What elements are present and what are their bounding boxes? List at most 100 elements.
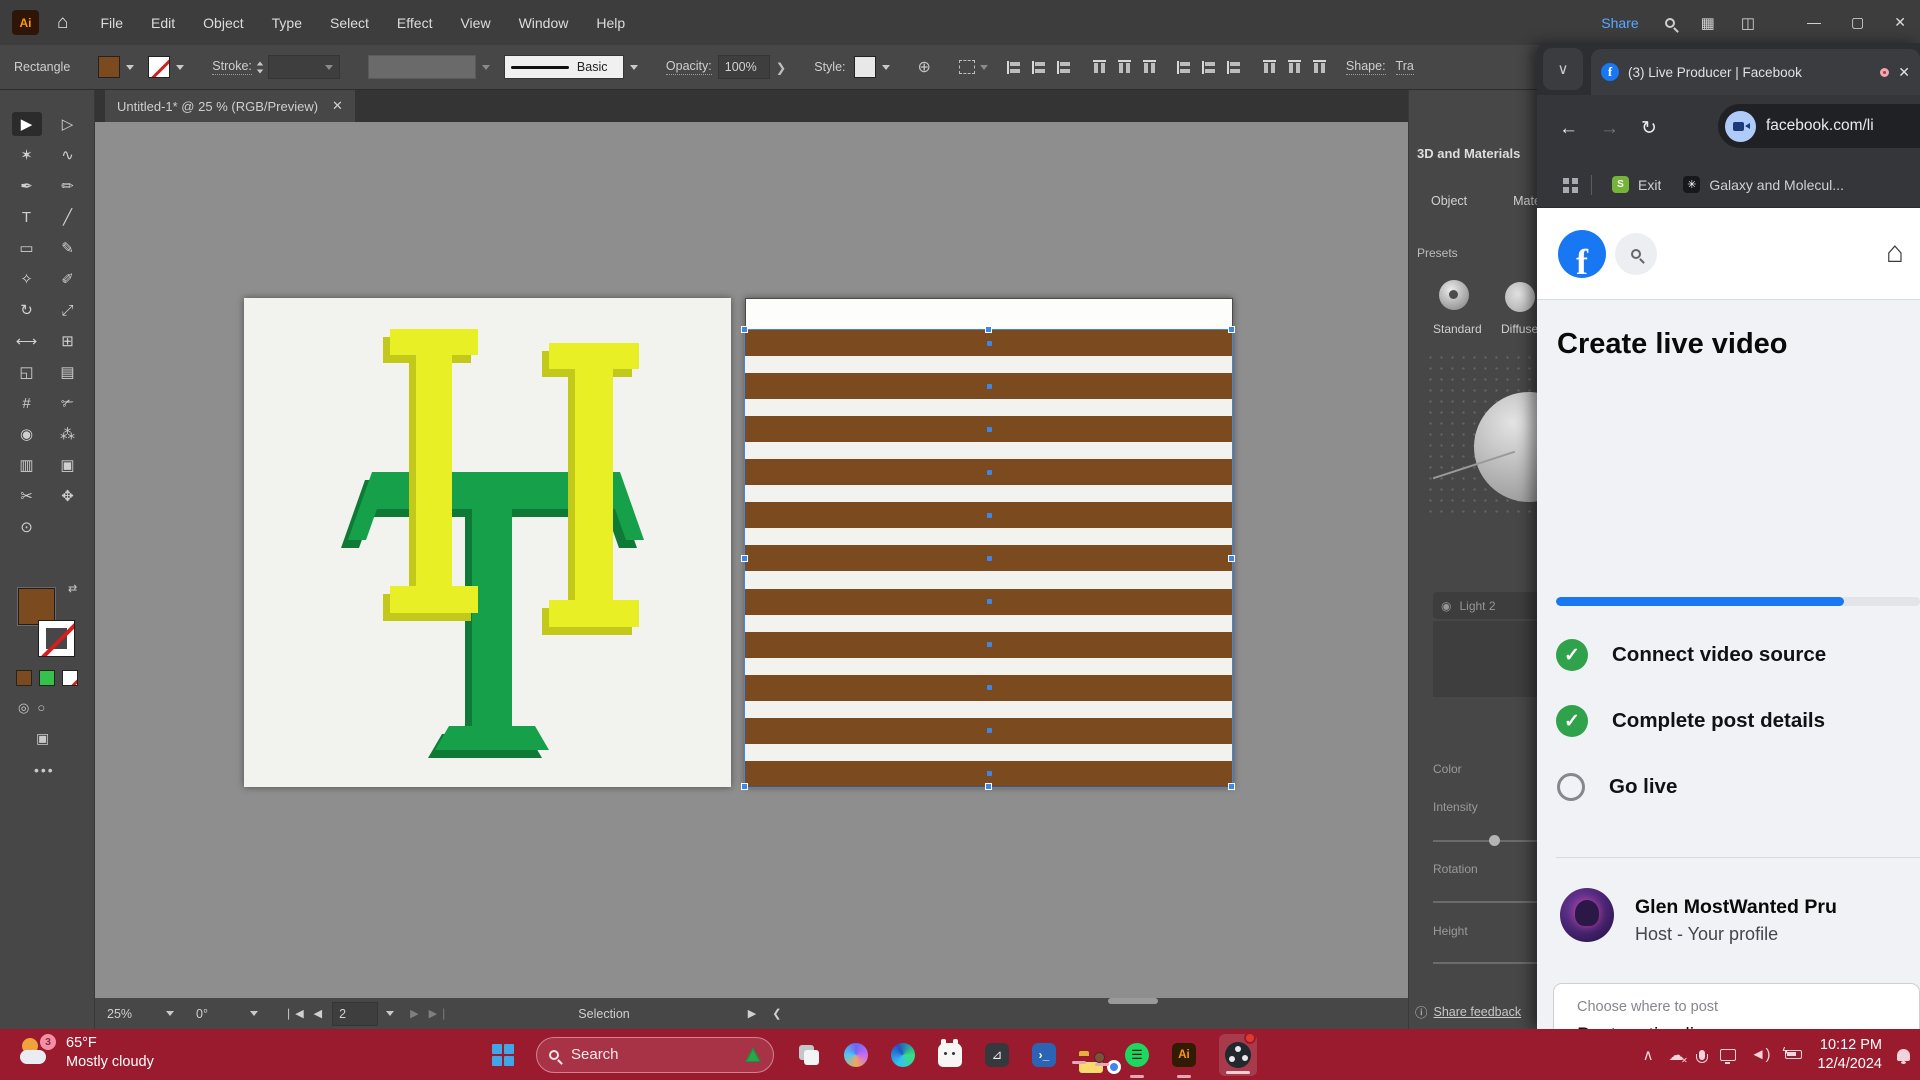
spotify-button[interactable]: ☰ [1125,1043,1149,1067]
apps-grid-icon[interactable] [1563,178,1569,184]
artboard-2[interactable] [745,298,1233,787]
tab-close-icon[interactable]: ✕ [1898,64,1910,81]
document-close-icon[interactable]: ✕ [332,98,343,114]
close-button[interactable]: ✕ [1894,14,1906,31]
paintbrush-tool[interactable]: ✎ [53,236,83,260]
scale-tool[interactable]: ⤢ [53,298,83,322]
zoom-dropdown-caret[interactable] [166,1011,174,1016]
lasso-tool[interactable]: ∿ [53,143,83,167]
stroke-weight-value[interactable] [268,55,340,79]
menu-edit[interactable]: Edit [151,15,175,31]
magic-wand-tool[interactable]: ✶ [12,143,42,167]
none-mode-button[interactable] [62,670,78,686]
status-play-icon[interactable]: ▶ [748,1007,758,1020]
swap-fill-stroke-icon[interactable]: ⇄ [68,582,77,595]
distribute-hright-icon[interactable] [1313,60,1326,75]
notification-bell-icon[interactable] [1897,1049,1910,1061]
hand-tool[interactable]: ✥ [53,484,83,508]
dark-square-app-icon[interactable]: ⊿ [985,1043,1009,1067]
menu-help[interactable]: Help [596,15,625,31]
edge-icon[interactable] [891,1043,915,1067]
reload-icon[interactable]: ↻ [1641,117,1657,140]
brown-stripe[interactable] [745,675,1233,701]
microphone-icon[interactable] [1699,1050,1705,1060]
direct-selection-tool[interactable]: ▷ [53,112,83,136]
forward-icon[interactable]: → [1600,118,1619,140]
slice-tool[interactable]: ✂ [12,484,42,508]
weather-widget[interactable]: 3 65°F Mostly cloudy [20,1034,154,1072]
facebook-search-button[interactable] [1615,233,1657,275]
anchor-point[interactable] [987,513,992,518]
stroke-color-well[interactable] [38,620,75,657]
stroke-weight-label[interactable]: Stroke: [212,59,252,75]
align-right-icon[interactable] [1057,61,1072,74]
distribute-vcenter-icon[interactable] [1202,61,1217,74]
artboard-1[interactable] [244,298,731,787]
intensity-slider[interactable] [1433,840,1537,842]
battery-icon[interactable] [1785,1050,1802,1059]
onedrive-icon[interactable]: ☁ [1669,1046,1684,1064]
align-middle-icon[interactable] [1118,60,1131,75]
menu-select[interactable]: Select [330,15,369,31]
screen-mode-icon[interactable]: ▣ [36,730,49,747]
zoom-tool[interactable]: ⊙ [12,515,42,539]
blend-tool[interactable]: ◉ [12,422,42,446]
rotation-value[interactable]: 0° [196,1007,208,1021]
volume-icon[interactable]: ◄) [1751,1046,1771,1063]
shape-builder-tool[interactable]: ◱ [12,360,42,384]
taskbar-clock[interactable]: 10:12 PM 12/4/2024 [1817,1036,1882,1074]
anchor-point[interactable] [987,384,992,389]
panel-collapse-icon[interactable]: ❮ [772,1007,783,1020]
last-artboard-icon[interactable]: ▶❘ [429,1007,451,1020]
facebook-logo[interactable]: f [1558,230,1606,278]
menu-view[interactable]: View [460,15,490,31]
align-bottom-icon[interactable] [1143,60,1156,75]
bounding-box-icon[interactable] [959,60,975,74]
powershell-icon[interactable]: ›_ [1032,1043,1056,1067]
brush-dropdown-caret[interactable] [630,65,638,70]
shopify-bookmark-icon[interactable]: S [1612,176,1629,193]
browser-tab[interactable]: f (3) Live Producer | Facebook ✕ [1591,49,1920,95]
chatgpt-bookmark-icon[interactable]: ✳ [1683,176,1700,193]
anchor-point[interactable] [987,642,992,647]
illustrator-canvas[interactable] [95,122,1408,998]
avatar[interactable] [1560,888,1614,942]
fill-color-swatch[interactable] [98,56,120,78]
edit-toolbar-icon[interactable]: ••• [34,762,55,778]
restore-button[interactable]: ▢ [1851,14,1864,31]
tab-object[interactable]: Object [1431,194,1467,208]
document-setup-icon[interactable]: ⊕ [918,57,931,77]
eyedropper-tool[interactable]: ✃ [53,391,83,415]
transform-label[interactable]: Tra [1396,59,1414,75]
menu-window[interactable]: Window [519,15,569,31]
rotation-slider[interactable] [1433,901,1537,903]
rotation-dropdown-caret[interactable] [250,1011,258,1016]
start-button[interactable] [492,1044,513,1065]
gradient-tool[interactable]: ▤ [53,360,83,384]
intensity-slider-knob[interactable] [1489,835,1500,846]
stroke-dropdown-caret[interactable] [176,65,184,70]
minimize-button[interactable]: — [1807,14,1821,31]
distribute-vertical-icon[interactable] [1177,61,1192,74]
tray-chevron-icon[interactable]: ∧ [1643,1046,1654,1064]
opacity-value[interactable]: 100% [718,55,770,79]
light-2-row[interactable]: ◉ Light 2 [1433,592,1537,619]
artboard-dropdown-caret[interactable] [386,1011,394,1016]
align-top-icon[interactable] [1093,60,1106,75]
taskbar-search[interactable]: Search [536,1037,774,1073]
brown-stripe[interactable] [745,416,1233,442]
curvature-tool[interactable]: ✏ [53,174,83,198]
illustrator-button[interactable]: Ai [1172,1043,1196,1067]
brown-stripe[interactable] [745,761,1233,787]
first-artboard-icon[interactable]: ❘◀ [284,1007,306,1020]
type-tool[interactable]: T [12,205,42,229]
anchor-point[interactable] [987,470,992,475]
stroke-weight-stepper[interactable] [256,61,264,74]
selection-tool[interactable]: ▶ [12,112,42,136]
camera-permission-icon[interactable] [1725,111,1756,142]
brown-stripe[interactable] [745,718,1233,744]
menu-object[interactable]: Object [203,15,243,31]
horizontal-scrollbar[interactable] [1108,998,1158,1004]
pen-tool[interactable]: ✒ [12,174,42,198]
zoom-level[interactable]: 25% [107,1007,132,1021]
